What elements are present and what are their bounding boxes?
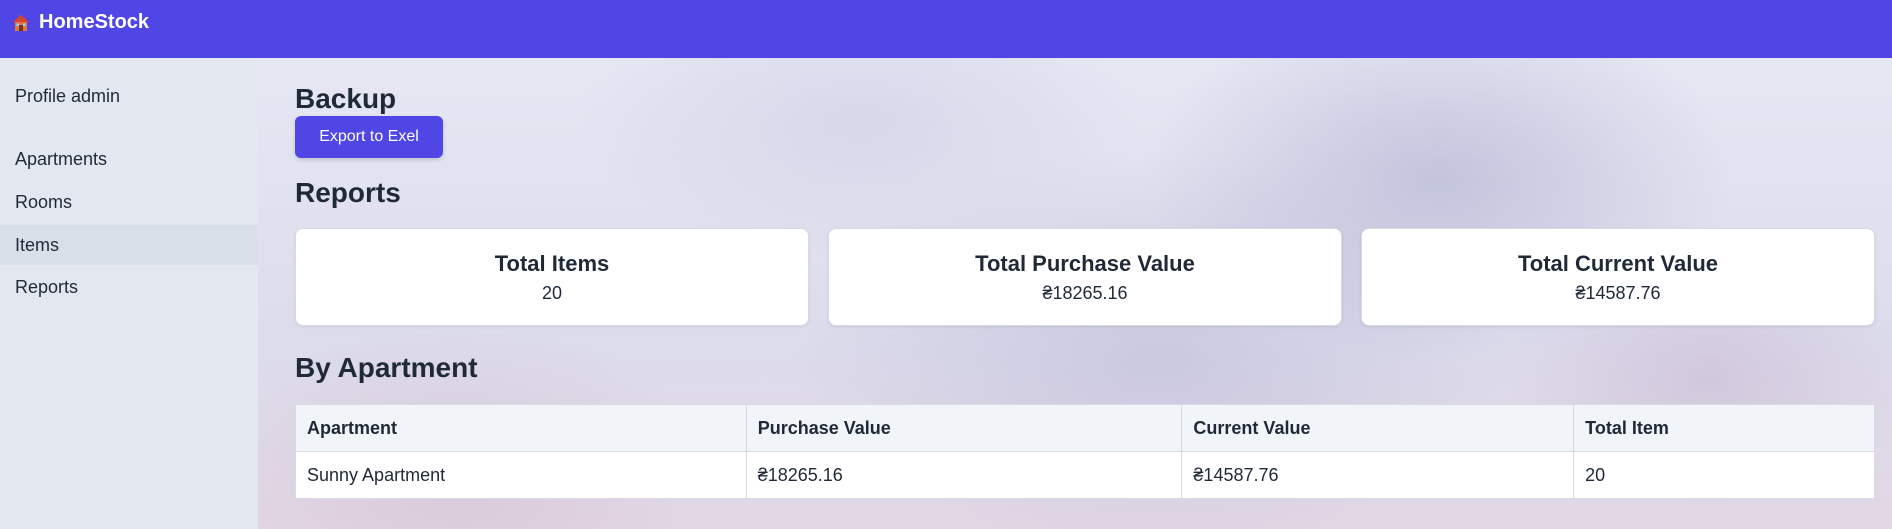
by-apartment-table: Apartment Purchase Value Current Value T… — [295, 404, 1875, 499]
cell-total-item: 20 — [1573, 451, 1875, 499]
table-header-row: Apartment Purchase Value Current Value T… — [295, 404, 1875, 452]
column-header-total-item: Total Item — [1573, 404, 1875, 452]
table-row: Sunny Apartment ₴18265.16 ₴14587.76 20 — [295, 451, 1875, 499]
card-value: ₴14587.76 — [1575, 283, 1661, 303]
column-header-apartment: Apartment — [295, 404, 747, 452]
reports-heading: Reports — [295, 177, 401, 208]
main-content: Backup Export to Exel Reports Total Item… — [258, 58, 1892, 529]
cell-purchase-value: ₴18265.16 — [745, 451, 1183, 499]
by-apartment-heading: By Apartment — [295, 352, 478, 383]
total-current-value-card: Total Current Value ₴14587.76 — [1361, 228, 1875, 326]
card-value: 20 — [541, 283, 563, 303]
cell-apartment: Sunny Apartment — [295, 451, 747, 499]
cell-current-value: ₴14587.76 — [1181, 451, 1575, 499]
card-value: ₴18265.16 — [1042, 283, 1128, 303]
total-items-card: Total Items 20 — [295, 228, 809, 326]
column-header-purchase-value: Purchase Value — [745, 404, 1183, 452]
sidebar-item-items[interactable]: Items — [0, 225, 258, 265]
app-title: HomeStock — [39, 11, 150, 33]
sidebar: Profile admin Apartments Rooms Items Rep… — [0, 58, 258, 529]
card-title: Total Current Value — [1517, 251, 1719, 276]
total-purchase-value-card: Total Purchase Value ₴18265.16 — [828, 228, 1342, 326]
export-to-excel-button[interactable]: Export to Exel — [295, 116, 443, 158]
card-title: Total Purchase Value — [975, 251, 1195, 276]
sidebar-item-reports[interactable]: Reports — [0, 267, 258, 307]
sidebar-item-rooms[interactable]: Rooms — [0, 182, 258, 222]
sidebar-item-apartments[interactable]: Apartments — [0, 139, 258, 179]
sidebar-item-profile-admin[interactable]: Profile admin — [0, 76, 258, 116]
top-navbar: HomeStock — [0, 0, 1892, 58]
column-header-current-value: Current Value — [1181, 404, 1575, 452]
backup-heading: Backup — [295, 83, 397, 114]
house-icon — [12, 14, 30, 32]
card-title: Total Items — [494, 251, 610, 276]
brand[interactable]: HomeStock — [12, 11, 149, 34]
